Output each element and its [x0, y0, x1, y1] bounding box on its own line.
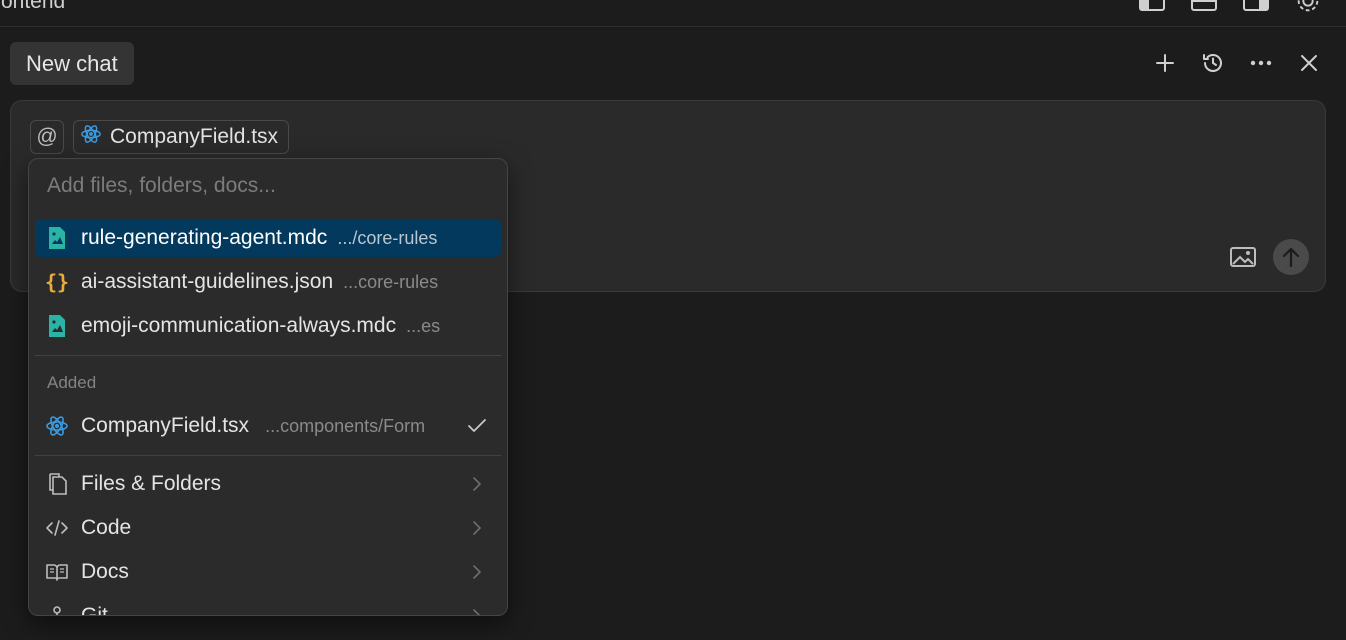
chevron-right-icon [465, 564, 489, 580]
send-button[interactable] [1273, 239, 1309, 275]
chat-header-actions [1152, 50, 1322, 76]
close-icon[interactable] [1296, 50, 1322, 76]
checkmark-icon [465, 418, 489, 434]
divider [35, 355, 501, 356]
layout-controls [1138, 0, 1322, 12]
suggestion-item[interactable]: emoji-communication-always.mdc ...es [35, 307, 501, 345]
added-item[interactable]: CompanyField.tsx ...components/Form [35, 407, 501, 445]
chevron-right-icon [465, 608, 489, 615]
react-icon [45, 414, 69, 438]
toggle-primary-sidebar-icon[interactable] [1138, 0, 1166, 12]
context-file-label: CompanyField.tsx [110, 125, 279, 148]
suggestion-name: ai-assistant-guidelines.json [81, 270, 334, 293]
category-files-and-folders[interactable]: Files & Folders [35, 465, 501, 503]
mention-search-input[interactable] [29, 159, 507, 213]
tab-new-chat[interactable]: New chat [10, 42, 134, 85]
files-icon [45, 472, 69, 496]
chevron-right-icon [465, 476, 489, 492]
mention-dropdown: rule-generating-agent.mdc .../core-rules… [28, 158, 508, 616]
new-chat-plus-icon[interactable] [1152, 50, 1178, 76]
toggle-secondary-sidebar-icon[interactable] [1242, 0, 1270, 12]
window-title: rontend [0, 0, 66, 13]
json-braces-icon: {} [44, 270, 70, 294]
category-label: Git [81, 604, 108, 616]
added-item-path: ...components/Form [265, 415, 426, 436]
mdc-file-icon [45, 314, 69, 338]
divider [35, 455, 501, 456]
category-docs[interactable]: Docs [35, 553, 501, 591]
category-code[interactable]: Code [35, 509, 501, 547]
suggestion-item[interactable]: rule-generating-agent.mdc .../core-rules [35, 219, 501, 257]
suggestion-path: .../core-rules [337, 227, 438, 248]
category-label: Docs [81, 560, 129, 583]
code-icon [45, 516, 69, 540]
toggle-panel-icon[interactable] [1190, 0, 1218, 12]
attach-image-icon[interactable] [1228, 244, 1258, 270]
category-git[interactable]: Git [35, 597, 501, 616]
mention-button[interactable]: @ [30, 120, 64, 154]
suggestion-name: emoji-communication-always.mdc [81, 314, 397, 337]
suggestion-path: ...core-rules [343, 271, 439, 292]
context-file-pill[interactable]: CompanyField.tsx [73, 120, 290, 154]
category-label: Files & Folders [81, 472, 222, 495]
category-label: Code [81, 516, 132, 539]
settings-gear-icon[interactable] [1294, 0, 1322, 12]
mdc-file-icon [45, 226, 69, 250]
added-section-label: Added [47, 373, 97, 392]
added-item-name: CompanyField.tsx [81, 414, 250, 437]
react-icon [80, 123, 102, 151]
suggestion-name: rule-generating-agent.mdc [81, 226, 328, 249]
chevron-right-icon [465, 520, 489, 536]
title-bar: rontend [0, 0, 1346, 27]
book-icon [45, 560, 69, 584]
git-icon [45, 604, 69, 615]
suggestion-item[interactable]: {} ai-assistant-guidelines.json ...core-… [35, 263, 501, 301]
suggestion-path: ...es [406, 315, 441, 336]
history-icon[interactable] [1200, 50, 1226, 76]
more-options-icon[interactable] [1248, 50, 1274, 76]
